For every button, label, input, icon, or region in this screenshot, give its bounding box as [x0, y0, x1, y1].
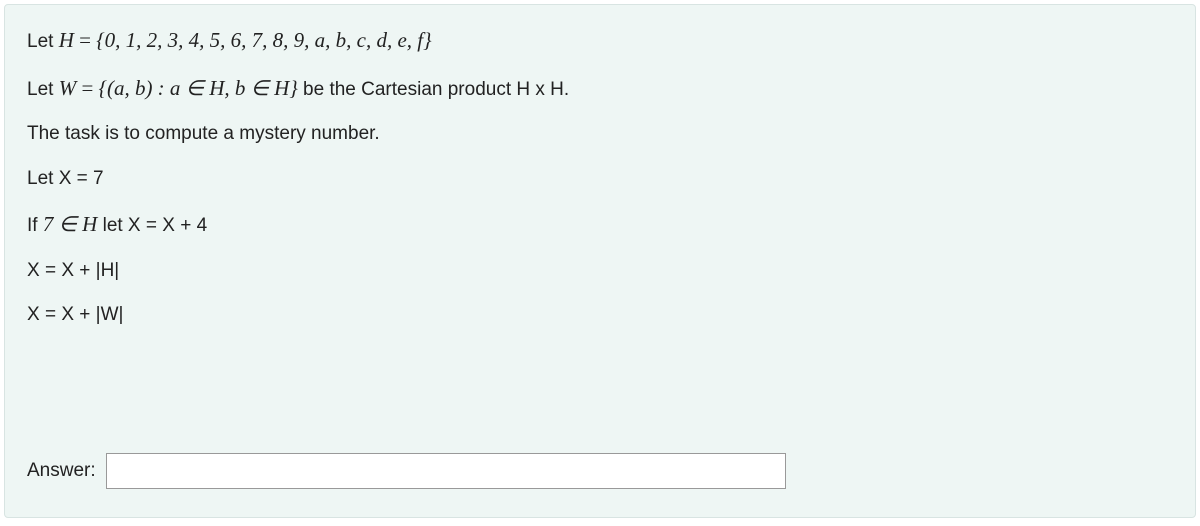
text-let: Let — [27, 79, 59, 100]
cond-expr: 7 ∈ H — [43, 212, 97, 236]
var-W: W — [59, 76, 77, 100]
task-text: The task is to compute a mystery number. — [27, 123, 380, 144]
line-define-H: Let H = {0, 1, 2, 3, 4, 5, 6, 7, 8, 9, a… — [27, 25, 1173, 57]
var-H: H — [59, 28, 74, 52]
line-add-H: X = X + |H| — [27, 257, 1173, 286]
line-if-cond: If 7 ∈ H let X = X + 4 — [27, 209, 1173, 241]
text-cartesian: be the Cartesian product H x H. — [298, 79, 569, 100]
line-let-x: Let X = 7 — [27, 165, 1173, 194]
let-x-text: Let X = 7 — [27, 168, 104, 189]
set-H: {0, 1, 2, 3, 4, 5, 6, 7, 8, 9, a, b, c, … — [96, 28, 431, 52]
problem-container: Let H = {0, 1, 2, 3, 4, 5, 6, 7, 8, 9, a… — [4, 4, 1196, 518]
answer-row: Answer: — [27, 453, 1173, 489]
set-W: {(a, b) : a ∈ H, b ∈ H} — [99, 76, 298, 100]
answer-input[interactable] — [106, 453, 786, 489]
eq-sign: = — [76, 76, 98, 100]
text-let: Let — [27, 31, 59, 52]
eq-sign: = — [74, 28, 96, 52]
line-define-W: Let W = {(a, b) : a ∈ H, b ∈ H} be the C… — [27, 73, 1173, 105]
if-text: If — [27, 215, 43, 236]
expr-add-W: X = X + |W| — [27, 304, 123, 325]
line-add-W: X = X + |W| — [27, 301, 1173, 330]
answer-label: Answer: — [27, 460, 96, 482]
if-suffix: let X = X + 4 — [97, 215, 207, 236]
line-task: The task is to compute a mystery number. — [27, 120, 1173, 149]
expr-add-H: X = X + |H| — [27, 260, 119, 281]
